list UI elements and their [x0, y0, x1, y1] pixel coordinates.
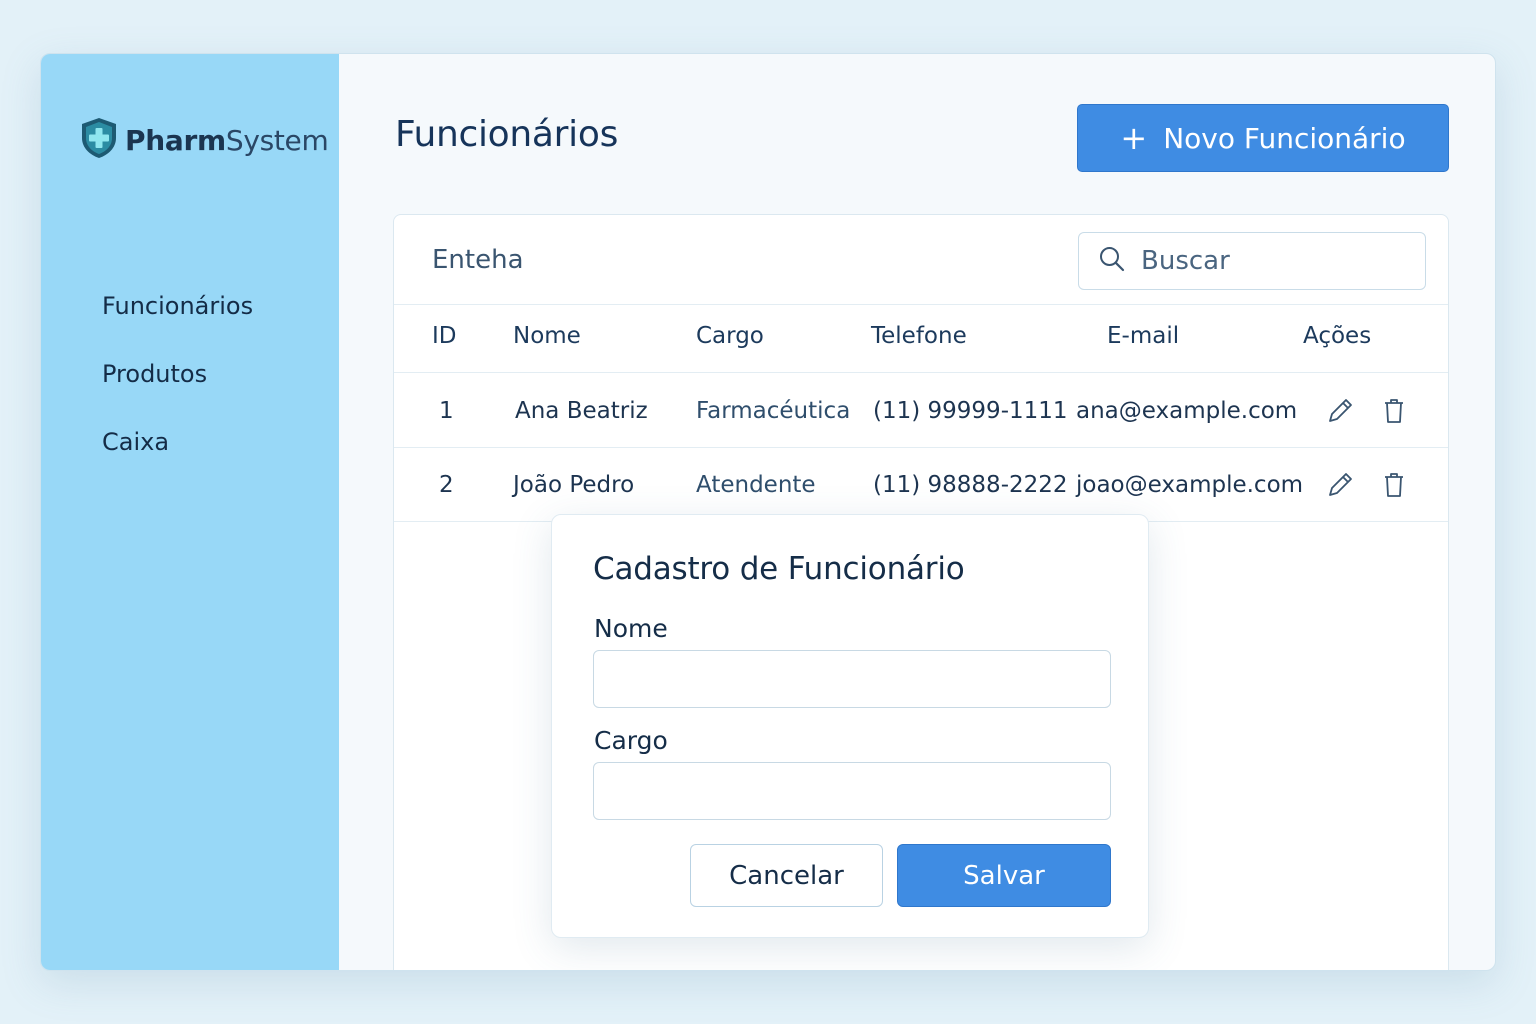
sidebar: PharmSystem Funcionários Produtos Caixa [41, 54, 339, 970]
column-header-id[interactable]: ID [432, 323, 457, 349]
sidebar-item-caixa[interactable]: Caixa [102, 422, 253, 490]
cell-id: 1 [439, 398, 454, 424]
modal-title: Cadastro de Funcionário [593, 551, 965, 587]
divider [394, 372, 1448, 373]
cell-cargo: Farmacéutica [696, 398, 851, 424]
app-logo[interactable]: PharmSystem [79, 116, 329, 164]
cell-email: joao@example.com [1076, 472, 1304, 498]
search-input[interactable] [1141, 246, 1401, 276]
app-window: PharmSystem Funcionários Produtos Caixa … [40, 53, 1496, 971]
new-employee-button-label: Novo Funcionário [1163, 121, 1406, 155]
cell-nome: Ana Beatriz [515, 398, 648, 424]
trash-icon[interactable] [1378, 395, 1410, 427]
divider [394, 447, 1448, 448]
cell-telefone: (11) 99999-1111 [873, 398, 1068, 424]
cell-email: ana@example.com [1076, 398, 1298, 424]
medical-shield-icon [79, 116, 119, 164]
save-button[interactable]: Salvar [897, 844, 1111, 907]
cell-telefone: (11) 98888-2222 [873, 472, 1068, 498]
edit-icon[interactable] [1324, 469, 1356, 501]
cargo-field-label: Cargo [594, 726, 668, 755]
nome-field[interactable] [593, 650, 1111, 708]
cell-cargo: Atendente [696, 472, 816, 498]
plus-icon: + [1120, 119, 1148, 157]
edit-icon[interactable] [1324, 395, 1356, 427]
sidebar-item-funcionarios[interactable]: Funcionários [102, 286, 253, 354]
trash-icon[interactable] [1378, 469, 1410, 501]
column-header-telefone[interactable]: Telefone [871, 323, 967, 349]
page-title: Funcionários [395, 114, 619, 155]
employee-form-modal: Cadastro de Funcionário Nome Cargo Cance… [551, 514, 1149, 938]
cell-nome: João Pedro [513, 472, 635, 498]
table-card-title: Enteha [432, 245, 524, 275]
column-header-cargo[interactable]: Cargo [696, 323, 764, 349]
column-header-acoes: Ações [1303, 323, 1372, 349]
sidebar-item-produtos[interactable]: Produtos [102, 354, 253, 422]
column-header-email[interactable]: E-mail [1107, 323, 1179, 349]
column-header-nome[interactable]: Nome [513, 323, 581, 349]
cancel-button[interactable]: Cancelar [690, 844, 883, 907]
nome-field-label: Nome [594, 614, 668, 643]
app-name: PharmSystem [125, 123, 329, 157]
search-icon [1097, 244, 1127, 278]
sidebar-nav: Funcionários Produtos Caixa [102, 286, 253, 490]
cell-id: 2 [439, 472, 454, 498]
new-employee-button[interactable]: + Novo Funcionário [1077, 104, 1449, 172]
search-box[interactable] [1078, 232, 1426, 290]
divider [394, 304, 1448, 305]
cargo-field[interactable] [593, 762, 1111, 820]
